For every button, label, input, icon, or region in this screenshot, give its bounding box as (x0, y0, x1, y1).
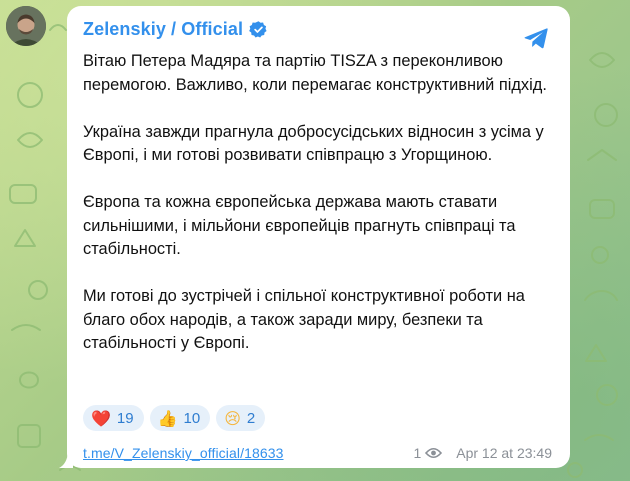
heart-emoji-icon: ❤️ (91, 408, 111, 428)
reaction-count: 19 (116, 409, 134, 427)
channel-post-bubble: Zelenskiy / Official Вітаю Петера Мадяра… (67, 6, 570, 468)
message-paragraph: Україна завжди прагнула добросусідських … (83, 122, 544, 165)
channel-name[interactable]: Zelenskiy / Official (83, 19, 243, 40)
post-timestamp: Apr 12 at 23:49 (456, 445, 552, 461)
share-icon[interactable] (522, 24, 550, 52)
reaction-thumbs-up[interactable]: 👍 10 (149, 405, 211, 431)
message-paragraph: Ми готові до зустрічей і спільної констр… (83, 287, 525, 352)
message-text: Вітаю Петера Мадяра та партію TISZA з пе… (83, 50, 554, 356)
avatar-portrait-icon (6, 6, 46, 46)
reactions-bar: ❤️ 19 👍 10 😢 2 (83, 405, 266, 431)
reaction-crying[interactable]: 😢 2 (216, 405, 266, 431)
eye-icon (425, 447, 443, 459)
channel-avatar[interactable] (6, 6, 46, 46)
view-count: 1 (413, 445, 422, 461)
reaction-count: 10 (183, 409, 201, 427)
verified-badge-icon (249, 20, 267, 37)
post-footer: t.me/V_Zelenskiy_official/18633 1 Apr 12… (83, 443, 552, 463)
post-header: Zelenskiy / Official (83, 18, 554, 40)
crying-face-emoji-icon: 😢 (224, 408, 241, 428)
post-meta: 1 Apr 12 at 23:49 (413, 445, 552, 461)
message-paragraph: Вітаю Петера Мадяра та партію TISZA з пе… (83, 52, 547, 94)
reaction-count: 2 (246, 409, 256, 427)
thumbs-up-emoji-icon: 👍 (157, 408, 178, 428)
message-paragraph: Європа та кожна європейська держава мают… (83, 193, 516, 258)
post-link[interactable]: t.me/V_Zelenskiy_official/18633 (83, 445, 284, 461)
reaction-heart[interactable]: ❤️ 19 (83, 405, 144, 431)
